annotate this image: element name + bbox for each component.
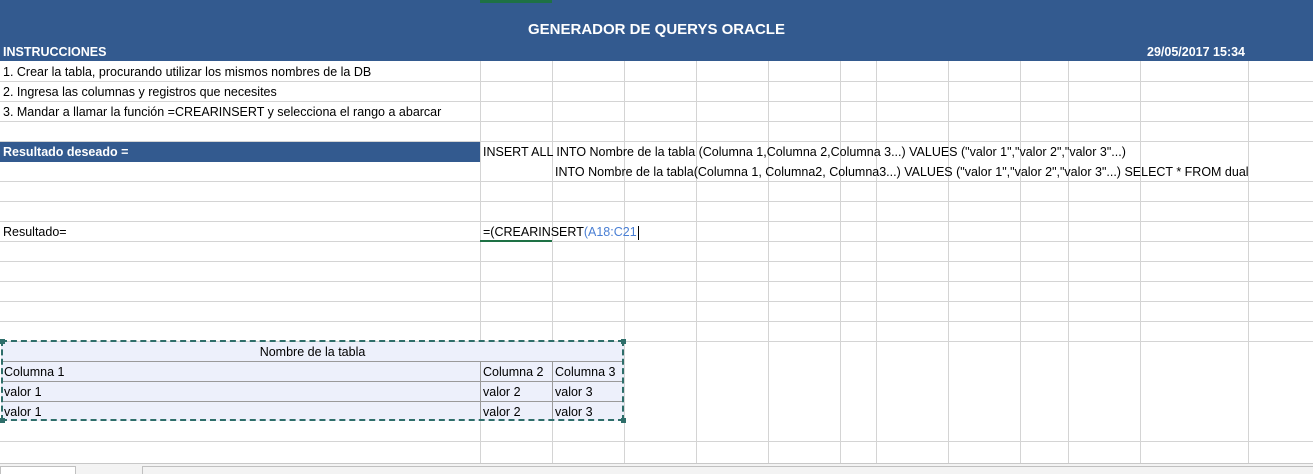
gridline bbox=[0, 261, 1313, 262]
gridline bbox=[948, 0, 949, 463]
instruction-2[interactable]: 2. Ingresa las columnas y registros que … bbox=[0, 82, 277, 102]
desired-result-line-1[interactable]: INSERT ALL INTO Nombre de la tabla (Colu… bbox=[480, 142, 1126, 162]
gridline bbox=[840, 0, 841, 463]
gridline bbox=[0, 301, 1313, 302]
spreadsheet-grid[interactable]: GENERADOR DE QUERYS ORACLE INSTRUCCIONES… bbox=[0, 0, 1313, 474]
gridline bbox=[768, 0, 769, 463]
gridline bbox=[1020, 0, 1021, 463]
gridline bbox=[0, 441, 1313, 442]
gridline bbox=[876, 0, 877, 463]
sheet-title[interactable]: GENERADOR DE QUERYS ORACLE bbox=[0, 0, 1313, 60]
instructions-heading[interactable]: INSTRUCCIONES bbox=[0, 42, 106, 62]
gridline bbox=[1068, 0, 1069, 463]
gridline bbox=[1248, 0, 1249, 463]
selection-handle[interactable] bbox=[0, 418, 5, 423]
formula-function: =(CREARINSERT bbox=[483, 225, 584, 239]
selection-range-marquee bbox=[1, 340, 624, 421]
result-label[interactable]: Resultado= bbox=[0, 222, 67, 242]
active-cell-border bbox=[480, 240, 552, 242]
formula-cell[interactable]: =(CREARINSERT(A18:C21 bbox=[480, 222, 639, 242]
gridline bbox=[0, 221, 1313, 222]
selection-handle[interactable] bbox=[0, 339, 5, 344]
gridline bbox=[0, 281, 1313, 282]
gridline bbox=[1140, 0, 1141, 463]
instruction-1[interactable]: 1. Crear la tabla, procurando utilizar l… bbox=[0, 62, 371, 82]
selection-handle[interactable] bbox=[621, 418, 626, 423]
instruction-3[interactable]: 3. Mandar a llamar la función =CREARINSE… bbox=[0, 102, 441, 122]
text-cursor bbox=[637, 225, 639, 240]
gridline bbox=[0, 241, 1313, 242]
gridline bbox=[0, 321, 1313, 322]
selection-handle[interactable] bbox=[621, 339, 626, 344]
gridline bbox=[696, 0, 697, 463]
desired-result-line-2[interactable]: INTO Nombre de la tabla(Columna 1, Colum… bbox=[552, 162, 1249, 182]
desired-result-label[interactable]: Resultado deseado = bbox=[0, 142, 128, 162]
formula-range: (A18:C21 bbox=[583, 225, 637, 239]
datetime-cell[interactable]: 29/05/2017 15:34 bbox=[1144, 42, 1245, 62]
gridline bbox=[0, 201, 1313, 202]
